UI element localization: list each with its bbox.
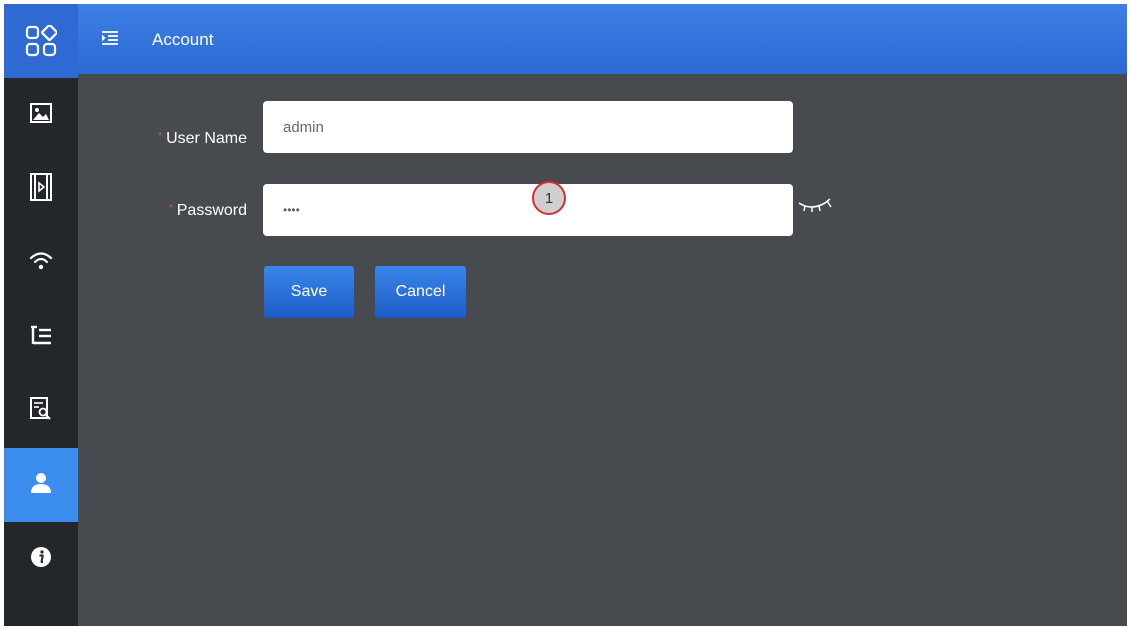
info-icon: [30, 546, 52, 573]
callout-marker: 1: [532, 181, 566, 215]
password-field[interactable]: ••••: [263, 184, 793, 236]
apps-grid-icon[interactable]: [4, 4, 78, 78]
menu-indent-icon[interactable]: [102, 30, 118, 51]
cancel-button[interactable]: Cancel: [375, 266, 466, 318]
save-button[interactable]: Save: [264, 266, 354, 318]
sidebar-item-user[interactable]: [4, 448, 78, 522]
image-icon: [30, 102, 52, 128]
sidebar-item-info[interactable]: [4, 522, 78, 596]
wifi-icon: [29, 251, 53, 276]
page-title: Account: [152, 30, 214, 49]
username-value: admin: [283, 118, 324, 136]
sidebar-item-search-document[interactable]: [4, 374, 78, 448]
eye-closed-icon[interactable]: [797, 198, 837, 219]
sidebar-item-image[interactable]: [4, 78, 78, 152]
sidebar-item-list[interactable]: [4, 300, 78, 374]
password-value: ••••: [283, 203, 300, 217]
user-icon: [30, 472, 52, 499]
sidebar: [4, 4, 78, 626]
video-icon: [30, 172, 52, 206]
header-bar: Account: [78, 4, 1127, 74]
username-label: * User Name: [158, 130, 247, 147]
callout-number: 1: [544, 189, 554, 207]
sidebar-item-video[interactable]: [4, 152, 78, 226]
list-tree-icon: [30, 324, 52, 351]
required-mark: *: [158, 131, 163, 142]
username-field[interactable]: admin: [263, 101, 793, 153]
required-mark: *: [168, 203, 173, 214]
sidebar-item-wifi[interactable]: [4, 226, 78, 300]
search-document-icon: [30, 396, 52, 426]
password-label: * Password: [168, 202, 247, 219]
app-window: Account * User Name admin * Password •••• …: [4, 4, 1127, 626]
